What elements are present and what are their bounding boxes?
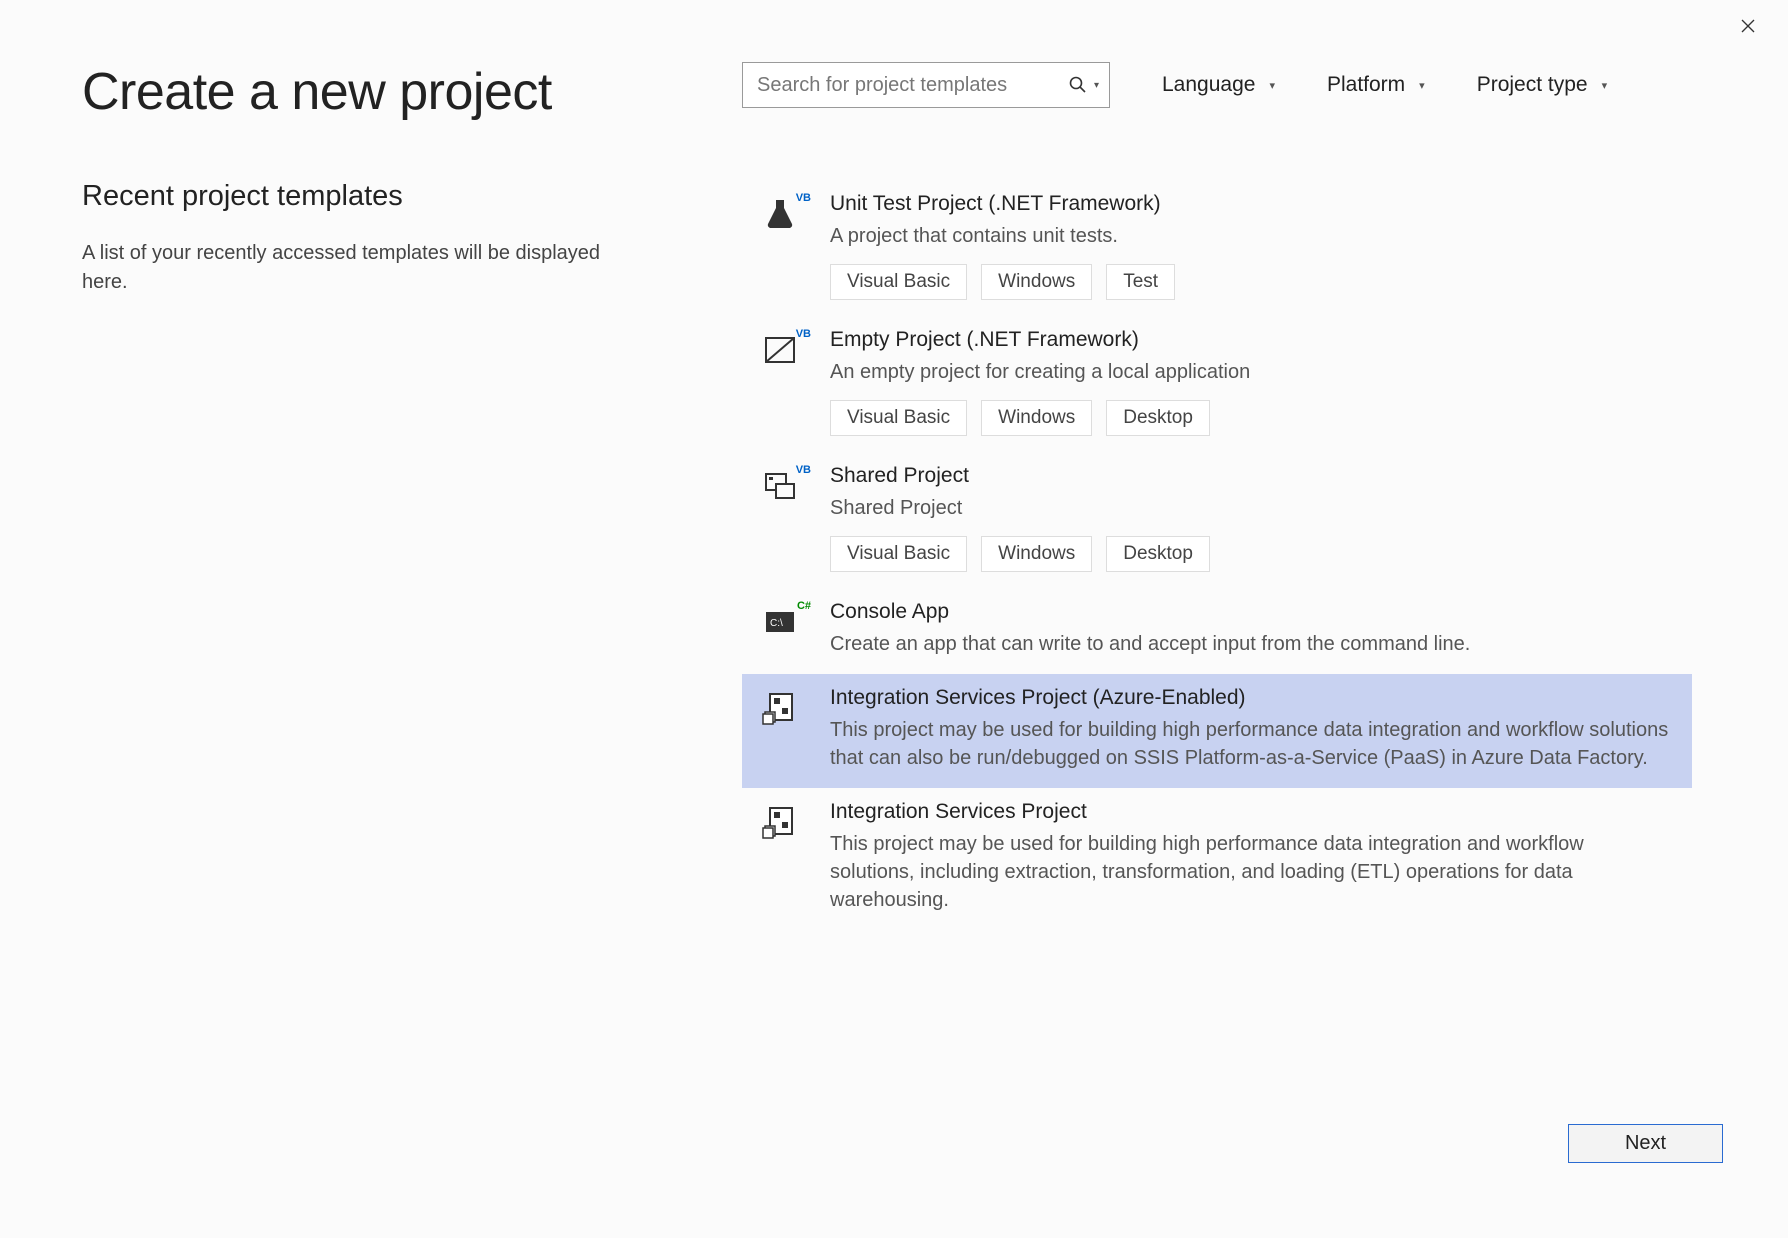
recent-templates-description: A list of your recently accessed templat… [82, 239, 642, 297]
language-badge: VB [795, 192, 812, 204]
template-description: An empty project for creating a local ap… [830, 358, 1672, 386]
template-name: Console App [830, 600, 1672, 624]
language-filter[interactable]: Language ▾ [1162, 73, 1275, 97]
project-type-filter[interactable]: Project type ▾ [1477, 73, 1607, 97]
template-description: A project that contains unit tests. [830, 222, 1672, 250]
chevron-down-icon: ▾ [1419, 79, 1425, 92]
template-body: Integration Services Project This project… [830, 800, 1672, 914]
search-dropdown-icon[interactable]: ▾ [1094, 80, 1099, 91]
template-list: VB Unit Test Project (.NET Framework) A pr… [742, 180, 1692, 930]
language-badge: C# [796, 600, 812, 612]
template-body: Console App Create an app that can write … [830, 600, 1672, 658]
project-type-filter-label: Project type [1477, 73, 1588, 97]
template-body: Empty Project (.NET Framework) An empty p… [830, 328, 1672, 436]
template-name: Shared Project [830, 464, 1672, 488]
close-icon [1741, 17, 1755, 38]
shared-project-icon: VB [762, 468, 806, 512]
language-badge: VB [795, 328, 812, 340]
ssis-project-icon [762, 690, 806, 734]
template-item[interactable]: VB Shared Project Shared Project Visual Bas… [742, 452, 1692, 588]
template-tag: Windows [981, 400, 1092, 436]
template-item[interactable]: Integration Services Project (Azure-Enab… [742, 674, 1692, 788]
template-item[interactable]: VB Unit Test Project (.NET Framework) A pr… [742, 180, 1692, 316]
language-filter-label: Language [1162, 73, 1255, 97]
language-badge: VB [795, 464, 812, 476]
search-icon[interactable] [1068, 75, 1088, 95]
template-body: Unit Test Project (.NET Framework) A proj… [830, 192, 1672, 300]
template-description: Shared Project [830, 494, 1672, 522]
template-tags: Visual Basic Windows Desktop [830, 400, 1672, 436]
chevron-down-icon: ▾ [1602, 79, 1608, 92]
search-box[interactable]: ▾ [742, 62, 1110, 108]
next-button-label: Next [1625, 1132, 1666, 1155]
svg-text:C:\: C:\ [770, 618, 783, 629]
template-item[interactable]: C:\C#Console AppCreate an app that can w… [742, 588, 1692, 674]
template-tag: Desktop [1106, 400, 1210, 436]
template-tag: Windows [981, 264, 1092, 300]
template-name: Unit Test Project (.NET Framework) [830, 192, 1672, 216]
flask-project-icon: VB [762, 196, 806, 240]
platform-filter[interactable]: Platform ▾ [1327, 73, 1425, 97]
template-body: Integration Services Project (Azure-Enab… [830, 686, 1672, 772]
template-name: Integration Services Project [830, 800, 1672, 824]
search-input[interactable] [757, 74, 1068, 97]
template-name: Empty Project (.NET Framework) [830, 328, 1672, 352]
recent-templates-heading: Recent project templates [82, 180, 642, 213]
template-description: Create an app that can write to and acce… [830, 630, 1672, 658]
template-tag: Visual Basic [830, 264, 967, 300]
console-project-icon: C:\C# [762, 604, 806, 648]
close-button[interactable] [1728, 12, 1768, 42]
template-item[interactable]: VB Empty Project (.NET Framework) An empty… [742, 316, 1692, 452]
platform-filter-label: Platform [1327, 73, 1405, 97]
template-tag: Windows [981, 536, 1092, 572]
template-item[interactable]: Integration Services Project This project… [742, 788, 1692, 930]
template-tags: Visual Basic Windows Test [830, 264, 1672, 300]
ssis-project-icon [762, 804, 806, 848]
template-name: Integration Services Project (Azure-Enab… [830, 686, 1672, 710]
next-button[interactable]: Next [1568, 1124, 1723, 1163]
template-tag: Visual Basic [830, 400, 967, 436]
template-tag: Test [1106, 264, 1175, 300]
chevron-down-icon: ▾ [1269, 79, 1275, 92]
template-description: This project may be used for building hi… [830, 830, 1672, 914]
template-description: This project may be used for building hi… [830, 716, 1672, 772]
template-tag: Visual Basic [830, 536, 967, 572]
template-tag: Desktop [1106, 536, 1210, 572]
template-body: Shared Project Shared Project Visual Basic… [830, 464, 1672, 572]
template-tags: Visual Basic Windows Desktop [830, 536, 1672, 572]
empty-project-icon: VB [762, 332, 806, 376]
